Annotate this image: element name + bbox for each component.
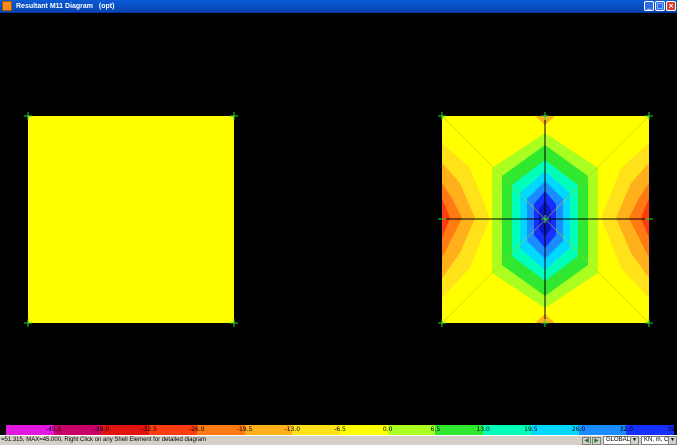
color-legend: -45.5 -39.0 -32.5 -26.0 -19.5 -13.0 -6.5 0.0 6.5…: [0, 423, 677, 435]
units-value: KN, m, C: [644, 437, 669, 443]
legend-label: 26.0: [571, 426, 586, 433]
previous-arrow-icon[interactable]: ◀: [582, 437, 591, 445]
legend-label: 6.5: [430, 426, 441, 433]
close-button[interactable]: ×: [666, 1, 676, 11]
legend-label: 32.0: [619, 426, 633, 433]
chevron-down-icon[interactable]: ▼: [668, 437, 676, 444]
next-arrow-icon[interactable]: ▶: [592, 437, 601, 445]
legend-label: -13.0: [284, 426, 301, 433]
window-title: Resultant M11 Diagram (opt): [16, 3, 115, 10]
coordinate-system-value: GLOBAL: [606, 437, 631, 443]
status-message: =51.315, MAX=45.000, Right Click on any …: [1, 437, 207, 443]
legend-label: -45.5: [45, 426, 62, 433]
chevron-down-icon[interactable]: ▼: [630, 437, 638, 444]
legend-label: 0.0: [382, 426, 393, 433]
maximize-button[interactable]: □: [655, 1, 665, 11]
shell-element-right[interactable]: [438, 112, 653, 327]
legend-label: 19.5: [524, 426, 538, 433]
legend-label: 13.0: [476, 426, 490, 433]
diagram-canvas[interactable]: [0, 13, 677, 423]
legend-label: -26.0: [189, 426, 205, 433]
shell-element-left[interactable]: [24, 112, 238, 327]
title-bar: Resultant M11 Diagram (opt) _ □ ×: [0, 0, 677, 13]
legend-label: -39.0: [93, 426, 110, 433]
legend-label: -32.5: [141, 426, 157, 433]
status-bar: =51.315, MAX=45.000, Right Click on any …: [0, 435, 677, 445]
legend-label: -19.5: [236, 426, 253, 433]
coordinate-system-select[interactable]: GLOBAL ▼: [603, 436, 639, 445]
app-icon[interactable]: [2, 1, 12, 11]
legend-label: -6.5: [334, 426, 346, 433]
legend-label: 39.0: [667, 426, 677, 433]
minimize-button[interactable]: _: [644, 1, 654, 11]
units-select[interactable]: KN, m, C ▼: [641, 436, 677, 445]
